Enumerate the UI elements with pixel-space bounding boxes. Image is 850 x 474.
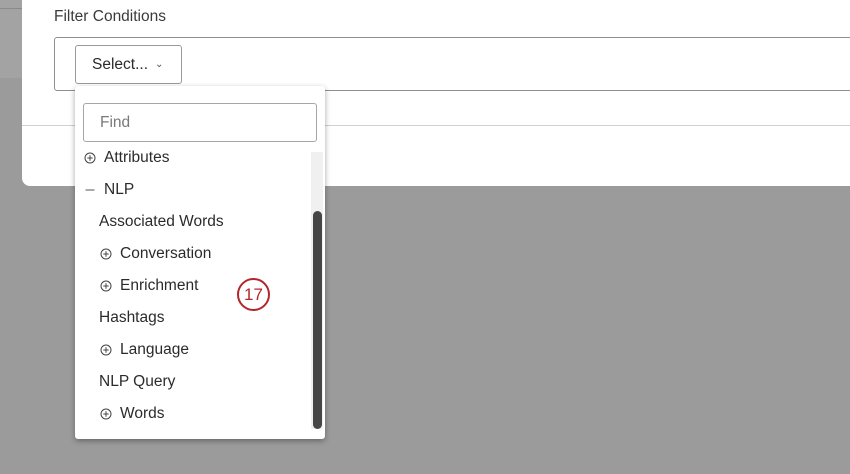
find-search-input[interactable] (83, 103, 317, 142)
minus-icon[interactable] (84, 184, 96, 196)
dropdown-list: Attributes NLP Associated Words Conversa… (75, 142, 311, 439)
scrollbar-thumb[interactable] (313, 211, 322, 429)
list-item-attributes[interactable]: Attributes (84, 142, 169, 174)
list-item-label: NLP Query (99, 373, 176, 390)
plus-circle-icon[interactable] (84, 152, 96, 164)
plus-circle-icon[interactable] (100, 344, 112, 356)
select-button-label: Select... (92, 55, 148, 73)
list-item-words[interactable]: Words (100, 398, 165, 430)
list-item-label: NLP (104, 181, 135, 198)
list-item-label: Language (120, 341, 189, 358)
list-item-label: Attributes (104, 149, 170, 166)
list-item-label: Words (120, 405, 165, 422)
list-item-label: Associated Words (99, 213, 224, 230)
list-item-enrichment[interactable]: Enrichment (100, 270, 198, 302)
chevron-down-icon: ⌄ (155, 59, 164, 70)
list-item-conversation[interactable]: Conversation (100, 238, 211, 270)
divider-line (0, 8, 22, 9)
list-item-label: Enrichment (120, 277, 199, 294)
plus-circle-icon[interactable] (100, 408, 112, 420)
list-item-nlp-query[interactable]: NLP Query (99, 366, 175, 398)
dropdown-menu: Attributes NLP Associated Words Conversa… (75, 86, 325, 439)
list-item-label: Conversation (120, 245, 212, 262)
plus-circle-icon[interactable] (100, 248, 112, 260)
step-number-badge: 17 (237, 278, 270, 311)
filter-conditions-title: Filter Conditions (54, 8, 166, 25)
list-item-label: Hashtags (99, 309, 165, 326)
list-item-nlp[interactable]: NLP (84, 174, 134, 206)
list-item-associated-words[interactable]: Associated Words (99, 206, 224, 238)
select-dropdown-button[interactable]: Select... ⌄ (75, 45, 182, 84)
list-item-language[interactable]: Language (100, 334, 189, 366)
plus-circle-icon[interactable] (100, 280, 112, 292)
list-item-hashtags[interactable]: Hashtags (99, 302, 164, 334)
